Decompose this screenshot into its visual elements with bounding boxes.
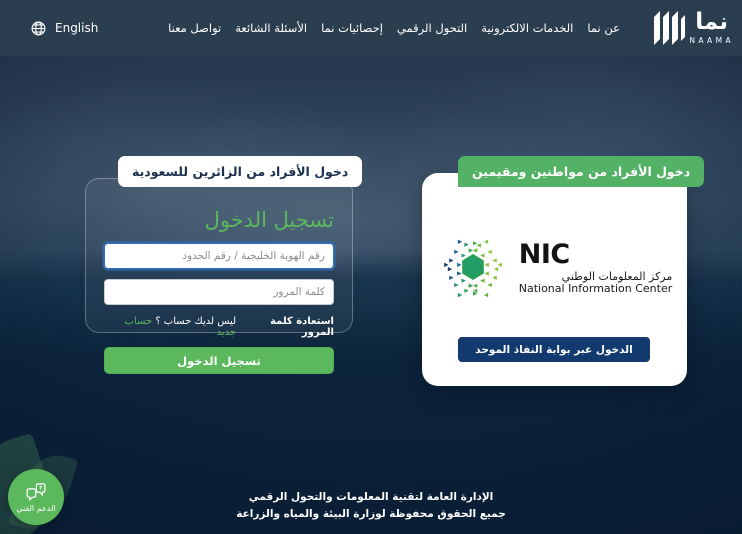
nic-name-english: National Information Center <box>518 281 673 295</box>
tab-visitor-login[interactable]: دخول الأفراد من الزائرين للسعودية <box>118 156 363 187</box>
gulf-id-input[interactable] <box>104 243 334 269</box>
nav-item-contact[interactable]: تواصل معنا <box>168 21 221 35</box>
naama-mark-icon <box>652 9 686 47</box>
nic-hexagon-logo-icon <box>437 231 509 303</box>
new-account-prompt[interactable]: ليس لديك حساب ؟ حساب جديد <box>104 316 237 338</box>
site-header: English عن نما الخدمات الالكترونية التحو… <box>0 0 742 56</box>
nav-item-digital-transformation[interactable]: التحول الرقمي <box>397 21 467 35</box>
visitor-login-card: دخول الأفراد من الزائرين للسعودية تسجيل … <box>85 156 363 374</box>
nic-logo: NIC مركز المعلومات الوطني National Infor… <box>422 231 687 303</box>
visitor-login-title: تسجيل الدخول <box>204 208 334 232</box>
nav-item-faq[interactable]: الأسئلة الشائعة <box>235 21 307 35</box>
chat-question-icon <box>25 482 47 502</box>
nav-item-statistics[interactable]: إحصائيات نما <box>321 21 383 35</box>
technical-support-button[interactable]: الدعم الفني <box>8 469 64 525</box>
footer-department-line: الإدارة العامة لتقنية المعلومات والتحول … <box>248 491 494 504</box>
no-account-label: ليس لديك حساب ؟ <box>155 316 237 327</box>
technical-support-label: الدعم الفني <box>16 503 56 513</box>
site-footer: الإدارة العامة لتقنية المعلومات والتحول … <box>0 489 742 522</box>
nic-logo-text: NIC مركز المعلومات الوطني National Infor… <box>519 241 673 294</box>
visitor-card-body: تسجيل الدخول استعادة كلمة المرور ليس لدي… <box>104 210 334 374</box>
visitor-links-row: استعادة كلمة المرور ليس لديك حساب ؟ حساب… <box>104 316 334 338</box>
nic-name-arabic: مركز المعلومات الوطني <box>561 269 673 283</box>
footer-copyright-line: جميع الحقوق محفوظة لوزارة البيئة والمياه… <box>236 507 506 520</box>
nav-item-eservices[interactable]: الخدمات الالكترونية <box>481 21 573 35</box>
brand-name-arabic: نما <box>695 9 728 36</box>
recover-password-link[interactable]: استعادة كلمة المرور <box>236 316 334 338</box>
citizen-login-card: دخول الأفراد من مواطنين ومقيمين NIC مركز… <box>422 156 705 386</box>
globe-icon <box>30 20 47 37</box>
brand-wordmark: نما NAAMA <box>689 11 734 45</box>
main-navigation: عن نما الخدمات الالكترونية التحول الرقمي… <box>168 21 620 35</box>
site-logo[interactable]: نما NAAMA <box>652 9 734 47</box>
language-switch-button[interactable]: English <box>30 20 98 37</box>
language-switch-label: English <box>55 21 99 35</box>
tab-citizen-login[interactable]: دخول الأفراد من مواطنين ومقيمين <box>458 156 705 187</box>
nafath-login-button[interactable]: الدخول عبر بوابة النفاذ الموحد <box>458 337 650 362</box>
password-input[interactable] <box>104 279 334 305</box>
nav-item-about[interactable]: عن نما <box>587 21 620 35</box>
nic-acronym: NIC <box>518 238 570 270</box>
visitor-login-button[interactable]: تسجيل الدخول <box>104 347 334 374</box>
login-page: English عن نما الخدمات الالكترونية التحو… <box>0 0 742 534</box>
brand-name-latin: NAAMA <box>689 36 734 46</box>
